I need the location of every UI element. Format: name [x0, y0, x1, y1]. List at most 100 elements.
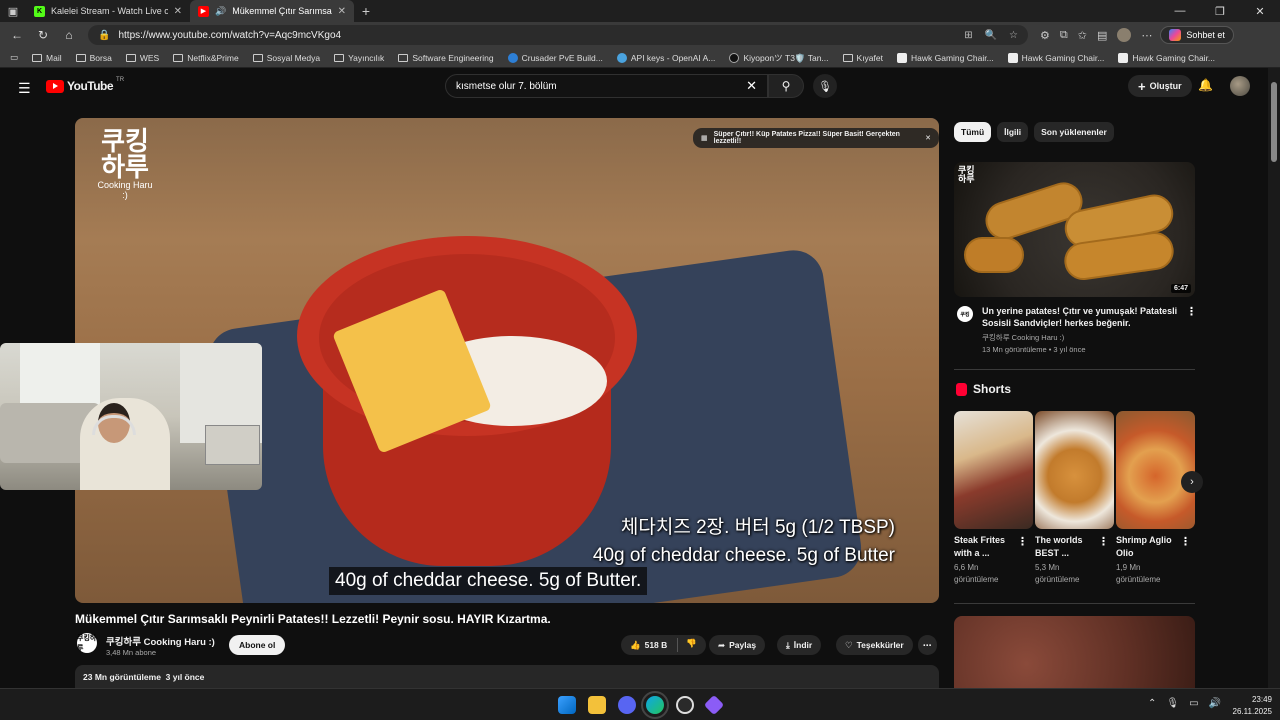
volume-icon[interactable]: 🔊: [1209, 698, 1221, 709]
video-duration: 6:47: [1170, 284, 1191, 293]
search-input[interactable]: kısmetse olur 7. bölüm ✕: [445, 74, 768, 98]
like-button[interactable]: 👍 518 B 👎: [621, 635, 706, 655]
bookmark-link[interactable]: Crusader PvE Build...: [502, 52, 609, 63]
edge-browser-icon[interactable]: [641, 691, 669, 719]
address-bar[interactable]: 🔒 https://www.youtube.com/watch?v=Aqc9mc…: [88, 25, 1028, 45]
taskbar-clock[interactable]: 23:49 26.11.2025: [1224, 694, 1272, 718]
related-more-icon[interactable]: ⋮: [1186, 305, 1197, 318]
channel-avatar[interactable]: 쿠킹하루: [77, 633, 97, 653]
description-box[interactable]: 23 Mn görüntüleme 3 yıl önce: [75, 665, 939, 688]
more-actions-button[interactable]: ⋯: [918, 635, 937, 655]
bookmark-link[interactable]: Hawk Gaming Chair...: [891, 52, 1000, 63]
file-explorer-icon[interactable]: [588, 696, 606, 714]
microphone-tray-icon[interactable]: 🎙: [1166, 698, 1179, 709]
obs-icon[interactable]: [676, 696, 694, 714]
thumb-corndog: [964, 237, 1024, 273]
speaker-icon[interactable]: 🔊: [215, 6, 226, 17]
thumbs-down-icon[interactable]: 👎: [677, 638, 697, 652]
bookmark-link[interactable]: Kiyoponツ T3🛡️ Tan...: [723, 52, 834, 64]
windows-start-icon[interactable]: [558, 696, 576, 714]
bookmark-folder[interactable]: Software Engineering: [392, 53, 499, 63]
bookmark-link[interactable]: API keys - OpenAI A...: [611, 52, 722, 63]
menu-icon[interactable]: ☰: [18, 80, 31, 97]
tab-actions-icon[interactable]: ▣: [0, 0, 26, 22]
bookmark-folder[interactable]: Yayıncılık: [328, 53, 390, 63]
related-channel-name[interactable]: 쿠킹하루 Cooking Haru :): [982, 332, 1064, 343]
profile-avatar[interactable]: [1117, 28, 1132, 42]
new-tab-button[interactable]: +: [354, 3, 378, 19]
bookmark-folder[interactable]: Kıyafet: [837, 53, 889, 63]
minimize-icon[interactable]: —: [1160, 5, 1200, 18]
close-window-icon[interactable]: ✕: [1240, 5, 1280, 18]
chip-all[interactable]: Tümü: [954, 122, 992, 142]
extension-icon[interactable]: ⚙: [1040, 29, 1050, 42]
short-title[interactable]: Steak Frites with a ...: [954, 534, 1019, 560]
tab-kick[interactable]: K Kalelei Stream - Watch Live on Kic ✕: [26, 0, 190, 22]
clear-search-icon[interactable]: ✕: [746, 78, 757, 94]
bookmark-folder[interactable]: Netflix&Prime: [167, 53, 244, 63]
discord-icon[interactable]: [618, 696, 636, 714]
short-title[interactable]: The worlds BEST ...: [1035, 534, 1100, 560]
zoom-icon[interactable]: 🔍: [985, 30, 997, 41]
short-thumbnail[interactable]: [1116, 411, 1195, 529]
related-video-thumbnail[interactable]: 쿠킹 하루 6:47: [954, 162, 1195, 297]
notifications-bell-icon[interactable]: 🔔: [1198, 78, 1213, 92]
chevron-up-icon[interactable]: ⌃: [1148, 698, 1156, 709]
share-button[interactable]: ➦ Paylaş: [709, 635, 766, 655]
bookmark-folder[interactable]: Sosyal Medya: [247, 53, 326, 63]
chip-related[interactable]: İlgili: [997, 122, 1029, 142]
voice-search-button[interactable]: 🎙: [813, 74, 837, 98]
related-video-title[interactable]: Un yerine patates! Çıtır ve yumuşak! Pat…: [982, 305, 1178, 329]
next-video-thumbnail[interactable]: [954, 616, 1195, 688]
toast-text: Süper Çıtır!! Küp Patates Pizza!! Süper …: [713, 131, 900, 145]
create-button[interactable]: + Oluştur: [1128, 75, 1192, 97]
split-screen-icon[interactable]: ⧉: [1060, 29, 1068, 42]
page-scrollbar[interactable]: [1268, 68, 1280, 688]
bookmark-folder[interactable]: Mail: [26, 53, 68, 63]
search-button[interactable]: ⚲: [768, 74, 804, 98]
close-toast-icon[interactable]: ✕: [925, 134, 931, 142]
short-more-icon[interactable]: ⋮: [1017, 535, 1028, 548]
youtube-logo[interactable]: YouTube TR: [46, 77, 124, 93]
tab-youtube[interactable]: ▶ 🔊 Mükemmel Çıtır Sarımsaklı P ✕: [190, 0, 354, 22]
copilot-chat-button[interactable]: Sohbet et: [1160, 26, 1234, 44]
channel-name[interactable]: 쿠킹하루 Cooking Haru :): [106, 634, 215, 648]
short-more-icon[interactable]: ⋮: [1098, 535, 1109, 548]
subscribe-button[interactable]: Abone ol: [229, 635, 286, 655]
close-tab-icon[interactable]: ✕: [174, 6, 182, 17]
bookmark-link[interactable]: Hawk Gaming Chair...: [1002, 52, 1111, 63]
short-thumbnail[interactable]: [954, 411, 1033, 529]
user-avatar[interactable]: [1230, 76, 1250, 96]
restore-icon[interactable]: ❐: [1200, 5, 1240, 18]
bookmarks-toggle-icon[interactable]: ▭: [4, 52, 24, 63]
short-thumbnail[interactable]: [1035, 411, 1114, 529]
display-icon[interactable]: ▭: [1189, 698, 1198, 709]
bookmark-folder[interactable]: WES: [120, 53, 165, 63]
bookmark-folder[interactable]: Borsa: [70, 53, 118, 63]
scrollbar-thumb[interactable]: [1271, 82, 1277, 162]
shorts-next-button[interactable]: ›: [1181, 471, 1203, 493]
collections-icon[interactable]: ▤: [1097, 29, 1107, 42]
short-views: 6,6 Mn görüntüleme: [954, 563, 999, 584]
short-more-icon[interactable]: ⋮: [1180, 535, 1191, 548]
app-available-icon[interactable]: ⊞: [964, 30, 972, 41]
chip-recent[interactable]: Son yüklenenler: [1034, 122, 1114, 142]
site-info-icon[interactable]: 🔒: [98, 30, 110, 41]
bookmark-favicon-icon: [507, 52, 518, 63]
close-tab-icon[interactable]: ✕: [338, 6, 346, 17]
video-suggestion-toast[interactable]: ▦ Süper Çıtır!! Küp Patates Pizza!! Süpe…: [693, 128, 939, 148]
download-label: İndir: [793, 640, 813, 650]
download-button[interactable]: ⤓ İndir: [777, 635, 822, 655]
short-title[interactable]: Shrimp Aglio Olio: [1116, 534, 1181, 560]
home-icon[interactable]: ⌂: [56, 28, 82, 42]
favorites-icon[interactable]: ✩: [1078, 29, 1087, 42]
burned-in-subtitles: 체다치즈 2장. 버터 5g (1/2 TBSP) 40g of cheddar…: [593, 514, 895, 570]
refresh-icon[interactable]: ↻: [30, 28, 56, 42]
related-channel-avatar[interactable]: 쿠킹: [957, 306, 973, 322]
favorite-star-icon[interactable]: ☆: [1009, 30, 1018, 41]
back-icon[interactable]: ←: [4, 28, 30, 42]
app-icon[interactable]: [703, 694, 725, 716]
more-menu-icon[interactable]: ⋯: [1141, 29, 1152, 42]
thanks-button[interactable]: ♡ Teşekkürler: [836, 635, 913, 655]
bookmark-link[interactable]: Hawk Gaming Chair...: [1112, 52, 1221, 63]
